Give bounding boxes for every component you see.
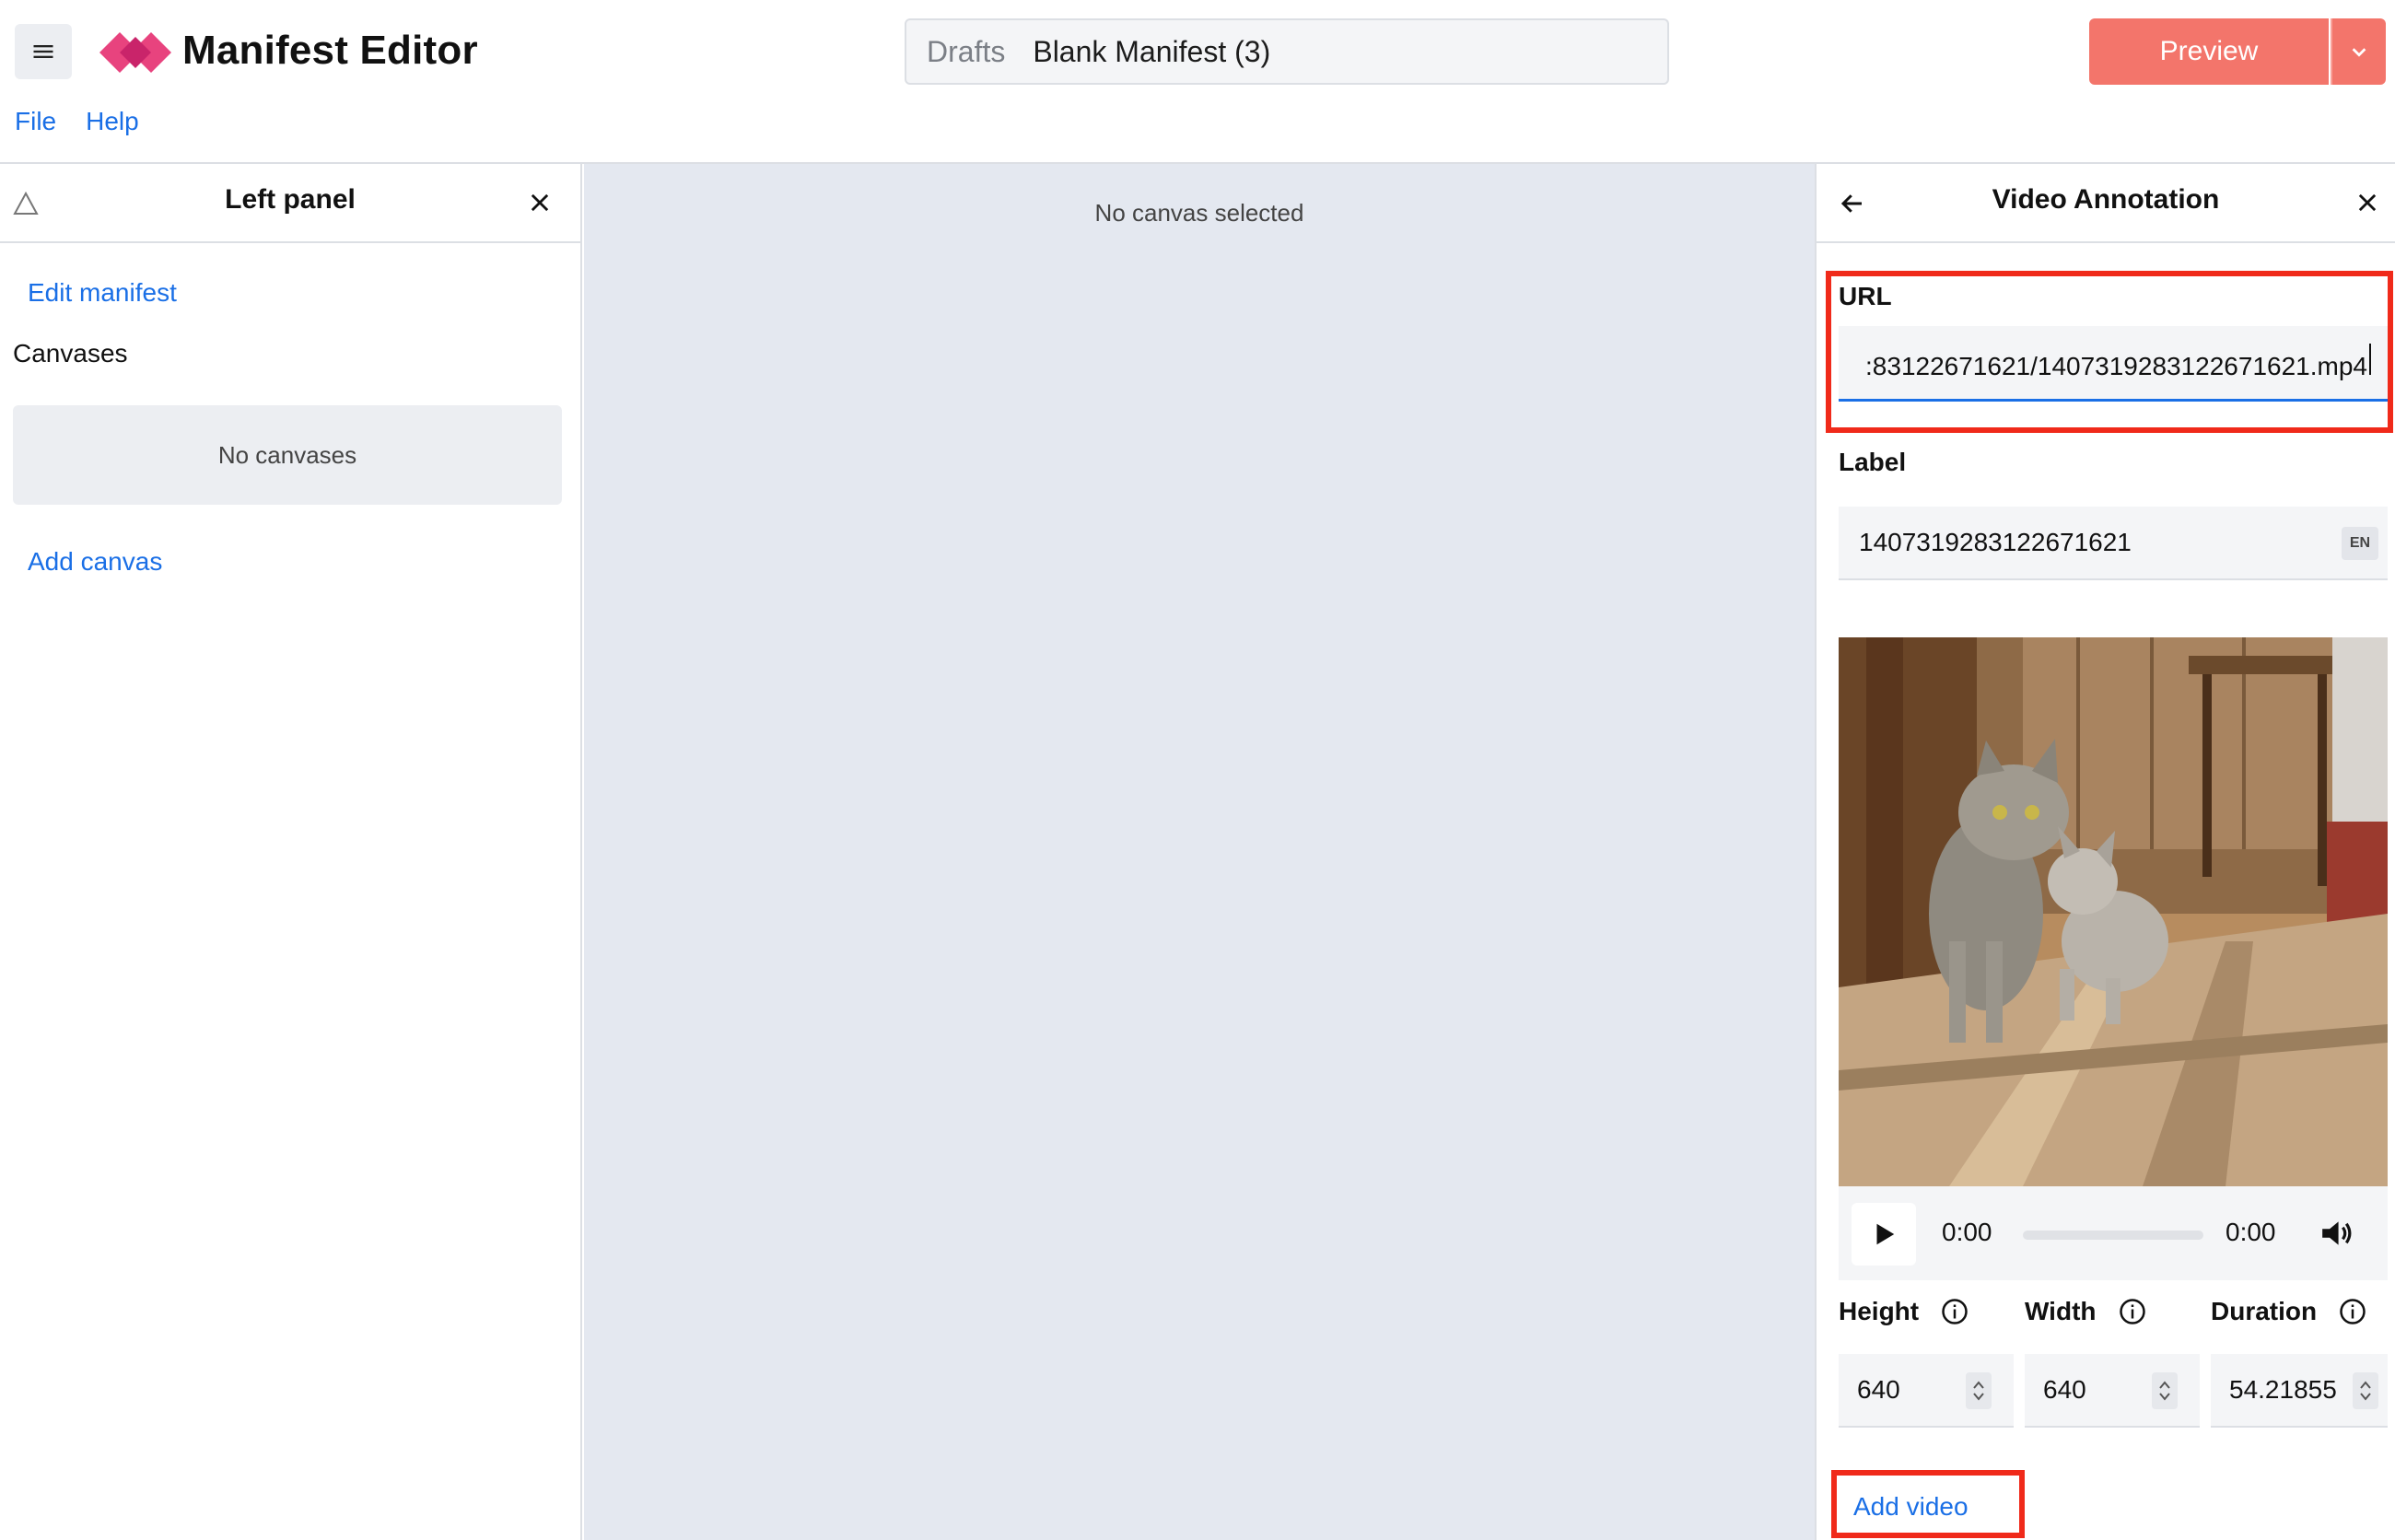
document-name[interactable]: Blank Manifest (3) (1033, 35, 1270, 69)
video-preview[interactable] (1839, 637, 2388, 1186)
width-label: Width (2025, 1297, 2097, 1325)
spinner-arrows-icon (1973, 1381, 1984, 1401)
menu-button[interactable] (15, 24, 72, 79)
width-label-row: Width (2025, 1297, 2146, 1326)
menu-help[interactable]: Help (86, 107, 139, 136)
right-panel-title: Video Annotation (1992, 184, 2220, 215)
canvas-area: No canvas selected (584, 164, 1815, 1540)
label-label: Label (1839, 448, 1907, 476)
url-input[interactable]: :83122671621/1407319283122671621.mp4 (1839, 326, 2388, 402)
no-canvas-message: No canvas selected (1094, 199, 1304, 227)
left-panel: Left panel Edit manifest Canvases No can… (0, 164, 582, 1540)
duration-label: Duration (2211, 1297, 2318, 1325)
close-icon[interactable] (2354, 190, 2380, 216)
menubar: File Help (15, 107, 139, 136)
text-caret (2369, 344, 2371, 375)
width-group: Width (2025, 1297, 2146, 1326)
duration-spinner[interactable] (2353, 1372, 2378, 1409)
logo-icon (99, 32, 171, 73)
info-icon[interactable] (2339, 1298, 2366, 1325)
duration-label-row: Duration (2211, 1297, 2366, 1326)
app-title: Manifest Editor (182, 28, 478, 73)
height-spinner[interactable] (1966, 1372, 1992, 1409)
label-value: 1407319283122671621 (1859, 528, 2132, 556)
volume-icon[interactable] (2319, 1216, 2354, 1251)
menu-file[interactable]: File (15, 107, 56, 136)
width-input[interactable]: 640 (2025, 1354, 2200, 1428)
duration-input[interactable]: 54.21855 (2211, 1354, 2388, 1428)
canvases-heading: Canvases (13, 339, 128, 368)
edit-manifest-link[interactable]: Edit manifest (28, 278, 177, 308)
height-input[interactable]: 640 (1839, 1354, 2014, 1428)
width-value: 640 (2043, 1375, 2086, 1404)
info-icon[interactable] (1941, 1298, 1969, 1325)
chevron-down-icon (2352, 48, 2366, 57)
height-group: Height (1839, 1297, 1969, 1326)
duration-value: 54.21855 (2229, 1375, 2337, 1404)
document-title-field[interactable]: Drafts Blank Manifest (3) (905, 18, 1669, 85)
left-panel-title: Left panel (225, 184, 356, 215)
preview-button[interactable]: Preview (2089, 18, 2329, 85)
right-panel-header: Video Annotation (1817, 164, 2395, 243)
width-spinner[interactable] (2152, 1372, 2178, 1409)
url-label: URL (1839, 282, 1892, 310)
right-panel: Video Annotation URL :83122671621/140731… (1815, 164, 2395, 1540)
height-label-row: Height (1839, 1297, 1969, 1326)
label-input[interactable]: 1407319283122671621 EN (1839, 507, 2388, 580)
video-controls: 0:00 0:00 (1839, 1186, 2388, 1280)
duration-group: Duration (2211, 1297, 2366, 1326)
add-video-link[interactable]: Add video (1853, 1492, 1969, 1522)
spinner-arrows-icon (2360, 1381, 2371, 1401)
current-time: 0:00 (1942, 1218, 1992, 1246)
url-value: :83122671621/1407319283122671621.mp4 (1865, 352, 2367, 380)
preview-dropdown-button[interactable] (2331, 18, 2386, 85)
close-icon[interactable] (527, 190, 553, 216)
duration-time: 0:00 (2226, 1218, 2276, 1246)
add-canvas-link[interactable]: Add canvas (28, 547, 162, 577)
height-value: 640 (1857, 1375, 1900, 1404)
info-icon[interactable] (2119, 1298, 2146, 1325)
spinner-arrows-icon (2159, 1381, 2170, 1401)
language-tag[interactable]: EN (2342, 527, 2378, 560)
height-label: Height (1839, 1297, 1920, 1325)
menu-icon (33, 45, 53, 58)
folder-name: Drafts (927, 34, 1006, 68)
app-header: Manifest Editor File Help Drafts Blank M… (0, 0, 2395, 162)
play-icon (1876, 1223, 1895, 1245)
video-frame-image (1839, 637, 2388, 1186)
seek-bar[interactable] (2023, 1231, 2203, 1240)
play-button[interactable] (1852, 1203, 1916, 1266)
empty-canvases-message: No canvases (13, 405, 562, 505)
left-panel-header: Left panel (0, 164, 580, 243)
